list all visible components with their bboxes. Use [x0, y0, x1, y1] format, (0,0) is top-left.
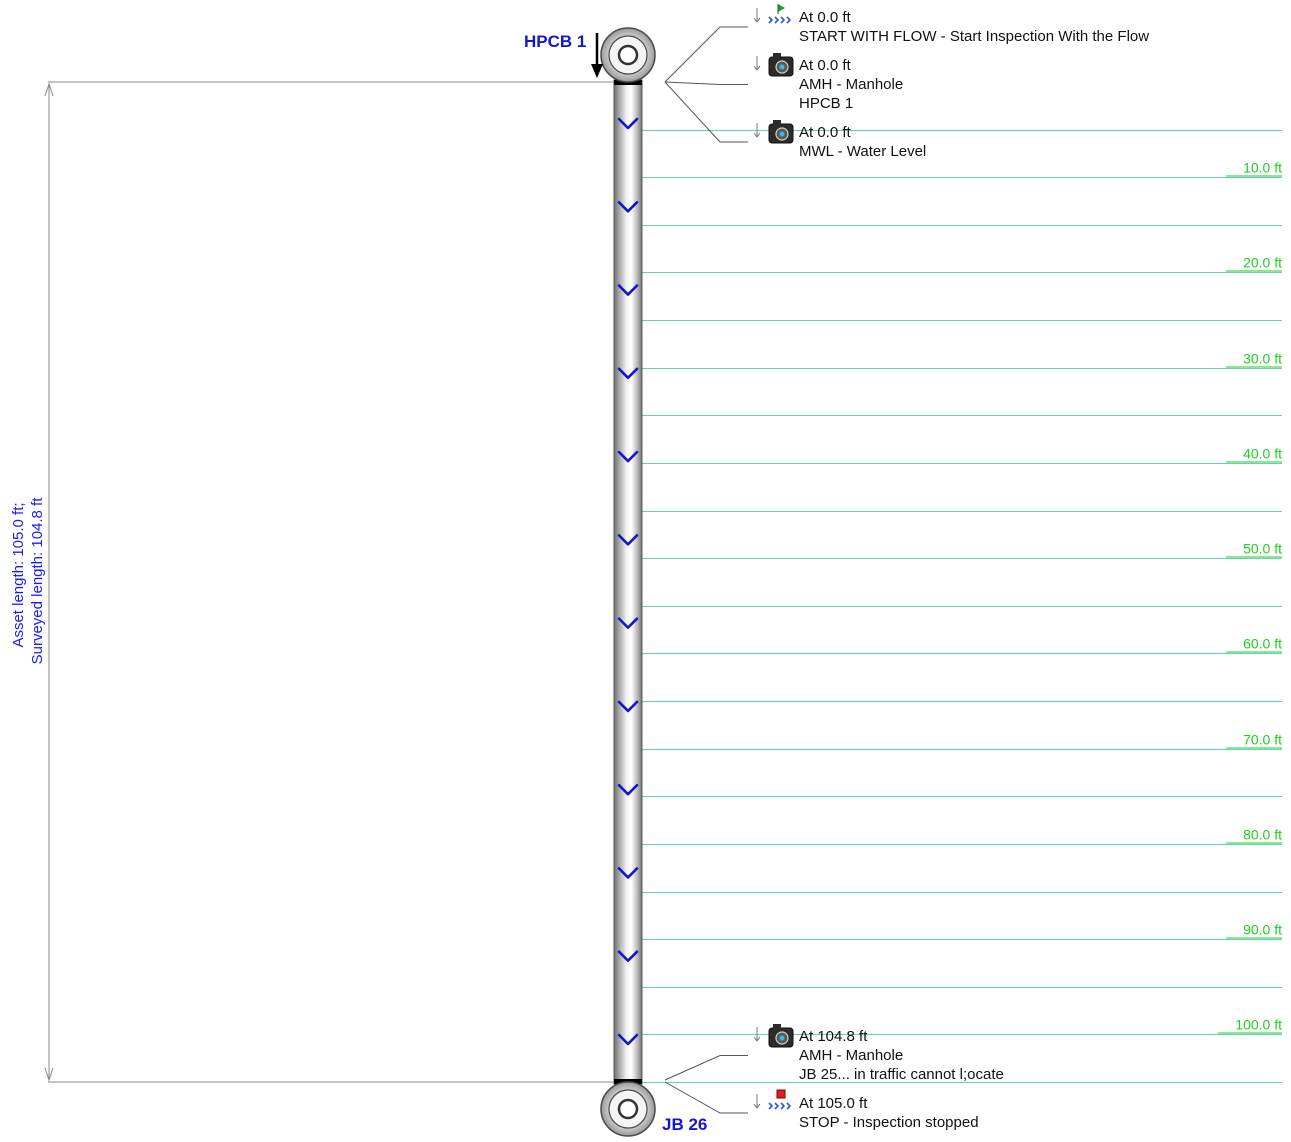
observation-entry[interactable]: At 0.0 ft START WITH FLOW - Start Inspect… [664, 4, 1149, 83]
observation-detail: MWL - Water Level [799, 143, 926, 160]
flow-icon [786, 1102, 792, 1110]
leader-line [664, 81, 748, 143]
down-arrow-icon [753, 56, 761, 71]
down-arrow-icon [753, 1094, 761, 1109]
flow-icon [774, 16, 780, 24]
ruler-label: 80.0 ft [1243, 827, 1282, 843]
start-flag-icon [778, 4, 785, 12]
surveyed-length-label: Surveyed length: 104.8 ft [29, 497, 46, 665]
asset-length-label: Asset length: 105.0 ft; [10, 502, 27, 647]
observation-entry[interactable]: At 0.0 ft AMH - Manhole HPCB 1 [664, 53, 903, 112]
ruler-label: 50.0 ft [1243, 541, 1282, 557]
down-arrow-icon [753, 8, 761, 23]
observation-position: At 105.0 ft [799, 1095, 868, 1112]
leader-line [664, 26, 748, 83]
distance-ruler: 10.0 ft 20.0 ft 30.0 ft 40.0 ft 50.0 ft 60.0 … [1218, 160, 1282, 1034]
downstream-manhole[interactable] [600, 1081, 656, 1137]
observation-detail: START WITH FLOW - Start Inspection With … [799, 28, 1149, 45]
ruler-label: 30.0 ft [1243, 351, 1282, 367]
dimension-annotation: Asset length: 105.0 ft; Surveyed length:… [10, 81, 614, 1083]
flow-icon [786, 16, 792, 24]
flow-icon [780, 1102, 786, 1110]
upstream-manhole[interactable] [600, 27, 656, 83]
observation-detail: AMH - Manhole [799, 76, 903, 93]
upstream-node-label: HPCB 1 [524, 32, 586, 51]
ruler-label: 100.0 ft [1235, 1017, 1282, 1033]
observation-detail: AMH - Manhole [799, 1047, 903, 1064]
observation-entry[interactable]: At 0.0 ft MWL - Water Level [664, 81, 926, 160]
ruler-label: 60.0 ft [1243, 636, 1282, 652]
observation-entry[interactable]: At 104.8 ft AMH - Manhole JB 25... in traf… [664, 1024, 1004, 1083]
ruler-label: 10.0 ft [1243, 160, 1282, 176]
ruler-label: 20.0 ft [1243, 255, 1282, 271]
grid-lines [642, 130, 1282, 1083]
leader-line [664, 1055, 748, 1081]
downstream-node-label: JB 26 [662, 1115, 707, 1134]
flow-icon [768, 16, 774, 24]
stop-marker-icon [776, 1089, 786, 1099]
flow-icon [768, 1102, 774, 1110]
observation-detail: JB 25... in traffic cannot l;ocate [799, 1066, 1004, 1083]
ruler-label: 90.0 ft [1243, 922, 1282, 938]
observation-position: At 104.8 ft [799, 1028, 868, 1045]
flow-icon [780, 16, 786, 24]
ruler-label: 40.0 ft [1243, 446, 1282, 462]
observation-position: At 0.0 ft [799, 124, 852, 141]
upstream-node-marker: HPCB 1 [524, 32, 603, 78]
observation-position: At 0.0 ft [799, 57, 852, 74]
observation-position: At 0.0 ft [799, 9, 852, 26]
leader-line [664, 1081, 748, 1114]
observation-entry[interactable]: At 105.0 ft STOP - Inspection stopped [664, 1081, 979, 1131]
pipe [613, 79, 643, 1085]
observation-detail: STOP - Inspection stopped [799, 1114, 979, 1131]
observation-detail: HPCB 1 [799, 95, 853, 112]
ruler-label: 70.0 ft [1243, 732, 1282, 748]
flow-icon [774, 1102, 780, 1110]
upstream-arrow-head [591, 64, 603, 78]
pipe-inspection-diagram: 10.0 ft 20.0 ft 30.0 ft 40.0 ft 50.0 ft 60.0 … [10, 4, 1282, 1137]
pipe-body [613, 79, 643, 1085]
observations: At 0.0 ft START WITH FLOW - Start Inspect… [664, 4, 1149, 1131]
leader-line [664, 81, 748, 85]
